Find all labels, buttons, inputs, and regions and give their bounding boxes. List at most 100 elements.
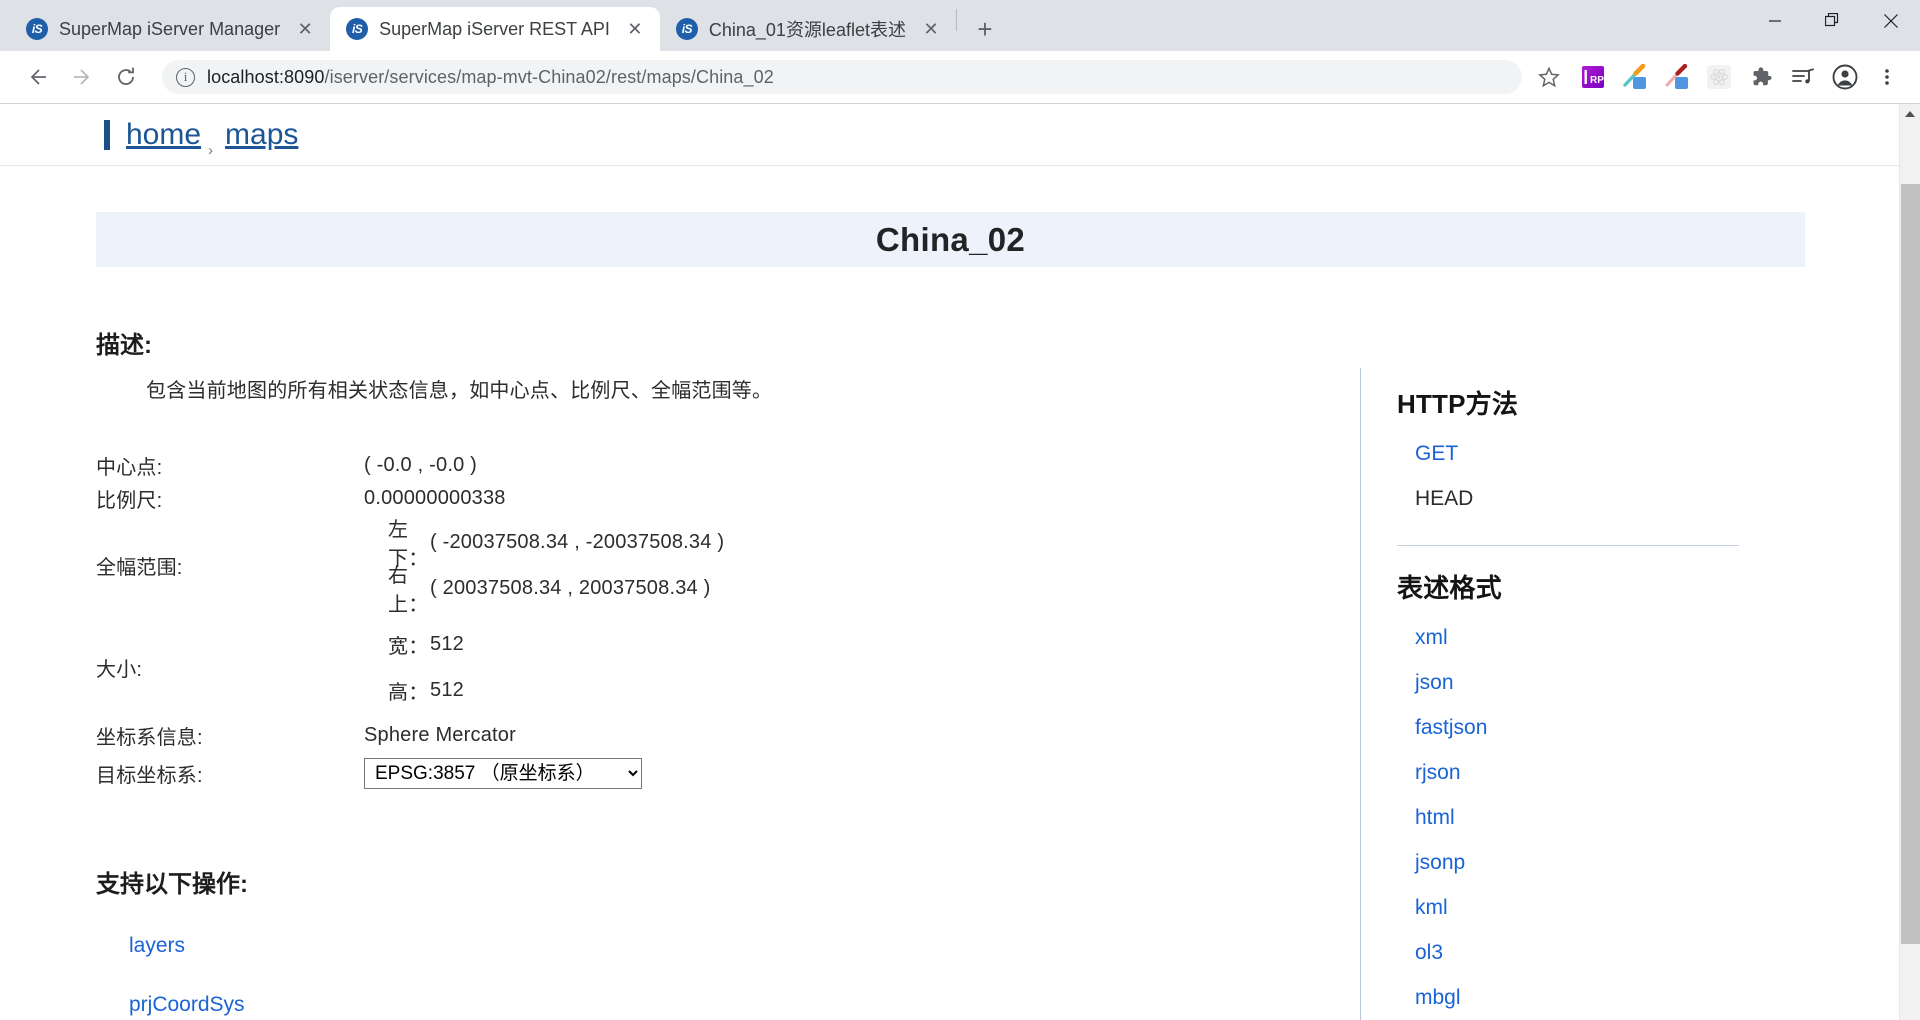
page-viewport: home › maps China_02 描述: 包含当前地图的所有相关状态信息… — [0, 104, 1920, 1020]
tab-supermap-iserver-rest-api[interactable]: iS SuperMap iServer REST API ✕ — [330, 7, 660, 51]
crs-value: Sphere Mercator — [364, 724, 516, 746]
table-row-bounds: 全幅范围: 左下： ( -20037508.34 , -20037508.34 … — [96, 515, 1096, 616]
http-method-head: HEAD — [1415, 487, 1474, 510]
width-value: 512 — [430, 632, 464, 655]
sidebar: HTTP方法 GET HEAD 表述格式 xml json fastjson r… — [1360, 368, 1820, 1020]
resource-title-band: China_02 — [96, 212, 1805, 267]
browser-toolbar: i localhost:8090/iserver/services/map-mv… — [0, 51, 1920, 104]
close-icon[interactable]: ✕ — [622, 16, 648, 42]
scroll-up-icon[interactable] — [1900, 104, 1920, 124]
format-link-html[interactable]: html — [1415, 806, 1820, 830]
supermap-logo-icon: iS — [346, 18, 369, 40]
format-link-json[interactable]: json — [1415, 671, 1820, 695]
back-button-icon[interactable] — [18, 57, 58, 97]
table-row-center-point: 中心点: ( -0.0 , -0.0 ) — [96, 449, 1096, 482]
bounds-label: 全幅范围: — [96, 556, 183, 579]
rest-api-page: home › maps China_02 描述: 包含当前地图的所有相关状态信息… — [0, 104, 1899, 1020]
close-icon[interactable]: ✕ — [918, 16, 944, 42]
sidebar-divider — [1397, 545, 1739, 546]
supermap-logo-icon: iS — [26, 18, 48, 40]
size-values: 宽： 512 高： 512 — [364, 615, 1096, 719]
scale-value: 0.00000000338 — [364, 487, 506, 509]
description-heading: 描述: — [96, 332, 152, 359]
http-method-get[interactable]: GET — [1415, 442, 1820, 466]
breadcrumb-link-maps[interactable]: maps — [225, 118, 298, 152]
format-link-xml[interactable]: xml — [1415, 626, 1820, 650]
site-info-icon[interactable]: i — [176, 67, 195, 87]
format-link-jsonp[interactable]: jsonp — [1415, 851, 1820, 875]
supermap-logo-icon: iS — [675, 18, 698, 40]
crs-label: 坐标系信息: — [96, 727, 203, 749]
minimize-button[interactable] — [1746, 0, 1804, 42]
height-value: 512 — [430, 678, 464, 701]
bounds-lower-value: ( -20037508.34 , -20037508.34 ) — [430, 530, 725, 553]
description-text: 包含当前地图的所有相关状态信息，如中心点、比例尺、全幅范围等。 — [146, 380, 773, 402]
close-button[interactable] — [1862, 0, 1920, 42]
restore-button[interactable] — [1804, 0, 1862, 42]
browser-window: iS SuperMap iServer Manager ✕ iS SuperMa… — [0, 0, 1920, 1020]
target-crs-select[interactable]: EPSG:3857 （原坐标系） — [364, 757, 642, 789]
size-label: 大小: — [96, 658, 143, 681]
new-tab-button[interactable]: + — [967, 11, 1003, 47]
formats-heading: 表述格式 — [1397, 573, 1502, 603]
breadcrumb-link-home[interactable]: home — [126, 118, 201, 152]
bounds-upper-label: 右上： — [388, 565, 429, 616]
svg-text:RP: RP — [1590, 75, 1604, 86]
address-bar[interactable]: i localhost:8090/iserver/services/map-mv… — [162, 60, 1522, 94]
chrome-menu-icon[interactable] — [1870, 60, 1904, 94]
main-content-column: 描述: 包含当前地图的所有相关状态信息，如中心点、比例尺、全幅范围等。 中心点:… — [0, 267, 1360, 1020]
breadcrumb: home › maps — [0, 104, 1899, 166]
rp-extension-icon[interactable]: RP — [1576, 60, 1610, 94]
format-link-mbgl[interactable]: mbgl — [1415, 986, 1820, 1010]
format-link-rjson[interactable]: rjson — [1415, 761, 1820, 785]
tab-supermap-iserver-manager[interactable]: iS SuperMap iServer Manager ✕ — [10, 7, 331, 51]
format-link-kml[interactable]: kml — [1415, 896, 1820, 920]
properties-table: 中心点: ( -0.0 , -0.0 ) 比例尺: 0.00000000338 … — [96, 449, 1096, 794]
bounds-values: 左下： ( -20037508.34 , -20037508.34 ) 右上： … — [364, 515, 1096, 616]
operations-heading: 支持以下操作: — [96, 871, 248, 898]
http-methods-heading: HTTP方法 — [1397, 389, 1519, 419]
size-width-row: 宽： 512 — [364, 621, 1096, 667]
eyedropper-orange-extension-icon[interactable] — [1618, 60, 1652, 94]
operation-link-prjcoordsys[interactable]: prjCoordSys — [129, 993, 1360, 1017]
width-label: 宽： — [388, 635, 429, 658]
profile-avatar-icon[interactable] — [1828, 60, 1862, 94]
page-title: China_02 — [875, 220, 1026, 258]
operation-link-layers[interactable]: layers — [129, 934, 1360, 958]
close-icon[interactable]: ✕ — [292, 16, 318, 42]
url-path: /iserver/services/map-mvt-China02/rest/m… — [324, 66, 774, 87]
url-host: localhost:8090 — [207, 66, 325, 87]
format-link-fastjson[interactable]: fastjson — [1415, 716, 1820, 740]
table-row-crs: 坐标系信息: Sphere Mercator — [96, 719, 1096, 752]
center-point-label: 中心点: — [96, 457, 163, 479]
tab-title: China_01资源leaflet表述 — [708, 20, 906, 40]
tab-title: SuperMap iServer REST API — [379, 18, 610, 39]
center-point-value: ( -0.0 , -0.0 ) — [364, 454, 478, 476]
tab-china01-leaflet[interactable]: iS China_01资源leaflet表述 ✕ — [659, 7, 956, 51]
table-row-target-crs: 目标坐标系: EPSG:3857 （原坐标系） — [96, 752, 1096, 794]
bounds-upper-value: ( 20037508.34 , 20037508.34 ) — [430, 576, 711, 599]
forward-button-icon[interactable] — [62, 57, 102, 97]
content-body: 描述: 包含当前地图的所有相关状态信息，如中心点、比例尺、全幅范围等。 中心点:… — [0, 267, 1899, 1020]
bookmark-star-icon[interactable] — [1530, 58, 1568, 96]
table-row-scale: 比例尺: 0.00000000338 — [96, 482, 1096, 515]
scrollbar-thumb[interactable] — [1901, 184, 1920, 944]
height-label: 高： — [388, 681, 429, 704]
bounds-lower-row: 左下： ( -20037508.34 , -20037508.34 ) — [364, 519, 1096, 570]
react-devtools-icon[interactable] — [1702, 60, 1736, 94]
breadcrumb-separator-icon: › — [208, 142, 214, 159]
extensions-puzzle-icon[interactable] — [1744, 60, 1778, 94]
size-height-row: 高： 512 — [364, 667, 1096, 713]
format-link-ol3[interactable]: ol3 — [1415, 941, 1820, 965]
reload-button-icon[interactable] — [106, 57, 146, 97]
window-controls — [1746, 0, 1920, 42]
media-playlist-icon[interactable] — [1786, 60, 1820, 94]
tab-divider — [955, 9, 957, 31]
scale-label: 比例尺: — [96, 490, 163, 512]
page-scrollbar[interactable] — [1899, 104, 1920, 1020]
eyedropper-red-extension-icon[interactable] — [1660, 60, 1694, 94]
tab-title: SuperMap iServer Manager — [59, 18, 281, 39]
table-row-size: 大小: 宽： 512 高： 512 — [96, 615, 1096, 719]
bounds-upper-row: 右上： ( 20037508.34 , 20037508.34 ) — [364, 565, 1096, 616]
url-text: localhost:8090/iserver/services/map-mvt-… — [207, 67, 774, 88]
